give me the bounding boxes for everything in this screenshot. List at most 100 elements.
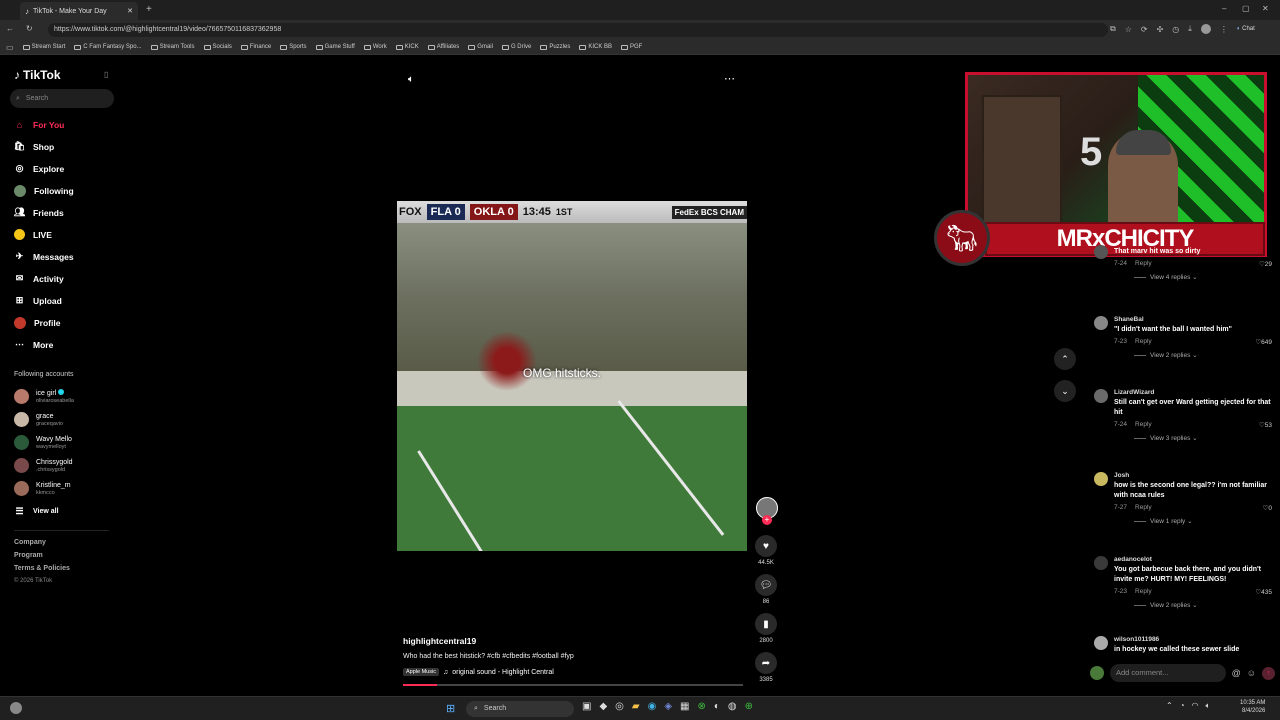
network-icon[interactable]: ◔	[1180, 701, 1185, 711]
app-icon[interactable]: ◆	[599, 701, 607, 712]
bookmark-item[interactable]: Stream Tools	[150, 44, 195, 50]
nav-item-messages[interactable]: ✈︎ Messages	[14, 251, 74, 262]
like-action[interactable]: ♥ 44.5K	[752, 535, 780, 566]
commenter-avatar[interactable]	[1094, 472, 1108, 486]
search-box[interactable]: ⌕ Search	[10, 89, 114, 108]
bookmark-star-icon[interactable]: ☆	[1125, 25, 1132, 34]
more-options-icon[interactable]: ⋯	[724, 72, 735, 85]
profile-avatar[interactable]	[1200, 24, 1211, 34]
nav-item-explore[interactable]: ◎ Explore	[14, 163, 65, 174]
nav-item-following[interactable]: ● Following	[14, 185, 74, 197]
commenter-avatar[interactable]	[1094, 316, 1108, 330]
nav-item-friends[interactable]: 👥︎ Friends	[14, 207, 64, 218]
discord-icon[interactable]: ◈	[664, 701, 672, 712]
clock[interactable]: 10:35 AM 8/4/2026	[1240, 699, 1265, 715]
obs-icon[interactable]: ◍	[728, 701, 737, 712]
steam-icon[interactable]: ◐	[714, 701, 720, 712]
video-author[interactable]: highlightcentral19	[403, 636, 476, 646]
nav-item-activity[interactable]: ✉︎ Activity	[14, 273, 64, 284]
bookmark-icon[interactable]: ▮	[755, 613, 777, 635]
comment-like[interactable]: ♡435	[1255, 588, 1272, 596]
music-row[interactable]: Apple Music ♫ original sound - Highlight…	[403, 668, 554, 676]
puzzle-icon[interactable]: ✣	[1157, 25, 1164, 34]
comment-user[interactable]: wilson1011986	[1114, 636, 1274, 643]
comment-icon[interactable]: 💬︎	[755, 574, 777, 596]
file-explorer-icon[interactable]: ▰	[632, 701, 640, 712]
nav-item-shop[interactable]: 🛍︎ Shop	[14, 141, 54, 152]
prev-video-button[interactable]: ⌃	[1054, 348, 1076, 370]
extensions-icon[interactable]: ⧉	[1110, 24, 1116, 34]
bookmark-item[interactable]: Sports	[280, 44, 307, 50]
volume-tray-icon[interactable]: 🔈︎	[1206, 701, 1211, 711]
reply-button[interactable]: Reply	[1135, 504, 1152, 511]
bookmark-item[interactable]: C Fam Fantasy Spo...	[74, 44, 142, 50]
bookmark-item[interactable]: Game Stuff	[315, 44, 355, 50]
history-icon[interactable]: ◷	[1172, 25, 1179, 34]
following-account[interactable]: ice girl oliviaroseabella	[14, 389, 74, 404]
collapse-sidebar-icon[interactable]: ▯	[104, 70, 108, 79]
share-action[interactable]: ➦ 3385	[752, 652, 780, 683]
tiktok-logo[interactable]: ♪ TikTok	[14, 68, 61, 82]
bookmark-item[interactable]: Work	[363, 44, 387, 50]
view-replies-button[interactable]: View 2 replies ⌄	[1114, 601, 1274, 609]
view-replies-button[interactable]: View 2 replies ⌄	[1114, 351, 1274, 359]
footer-link[interactable]: Company	[14, 539, 46, 546]
footer-link[interactable]: Terms & Policies	[14, 565, 70, 572]
bookmark-item[interactable]: Stream Start	[22, 44, 65, 50]
bookmark-item[interactable]: PGF	[621, 44, 642, 50]
comment-like[interactable]: ♡53	[1259, 421, 1272, 429]
close-window-icon[interactable]: ✕	[1262, 4, 1269, 13]
chevron-up-icon[interactable]: ⌃	[1166, 701, 1173, 711]
bookmarks-app-icon[interactable]: ▭	[6, 43, 14, 52]
start-icon[interactable]: ⊞	[446, 702, 455, 715]
github-icon[interactable]: ◎	[615, 701, 624, 712]
following-account[interactable]: Wavy Mello wavymelloyt	[14, 435, 72, 450]
reply-button[interactable]: Reply	[1135, 421, 1152, 428]
save-action[interactable]: ▮ 2800	[752, 613, 780, 644]
download-icon[interactable]: ⤓	[1188, 24, 1192, 34]
view-replies-button[interactable]: View 3 replies ⌄	[1114, 434, 1274, 442]
nav-item-upload[interactable]: ⊞ Upload	[14, 295, 62, 306]
reply-button[interactable]: Reply	[1135, 260, 1152, 267]
xbox-icon[interactable]: ⊗	[697, 701, 705, 712]
view-replies-button[interactable]: View 1 reply ⌄	[1114, 517, 1274, 525]
close-tab-icon[interactable]: ✕	[127, 7, 133, 15]
view-replies-button[interactable]: View 4 replies ⌄	[1114, 273, 1274, 281]
bookmark-item[interactable]: Finance	[240, 44, 271, 50]
send-icon[interactable]: ↑	[1262, 666, 1275, 680]
comment-like[interactable]: ♡649	[1255, 338, 1272, 346]
following-account[interactable]: Chrissygold .chrissygold	[14, 458, 73, 473]
edge-icon[interactable]: ◉	[648, 701, 657, 712]
share-icon[interactable]: ➦	[755, 652, 777, 674]
nav-item-live[interactable]: ● LIVE	[14, 229, 52, 240]
following-account[interactable]: Kristline_m kkmcco	[14, 481, 71, 496]
url-bar[interactable]: https://www.tiktok.com/@highlightcentral…	[48, 23, 1108, 37]
footer-link[interactable]: Program	[14, 552, 43, 559]
volume-icon[interactable]: 🔈︎	[408, 74, 414, 85]
video-frame[interactable]: FOX FLA 0 OKLA 0 13:45 1ST FedEx BCS CHA…	[397, 201, 747, 551]
bookmark-item[interactable]: Puzzles	[540, 44, 570, 50]
maximize-icon[interactable]: ▢	[1242, 4, 1250, 13]
commenter-avatar[interactable]	[1094, 556, 1108, 570]
reply-button[interactable]: Reply	[1135, 588, 1152, 595]
chat-button[interactable]: ◐ Chat	[1237, 26, 1255, 32]
reply-button[interactable]: Reply	[1135, 338, 1152, 345]
comment-like[interactable]: ♡0	[1263, 504, 1272, 512]
menu-icon[interactable]: ⋮	[1220, 25, 1228, 34]
comment-action[interactable]: 💬︎ 86	[752, 574, 780, 605]
bookmark-item[interactable]: KICK BB	[579, 44, 612, 50]
nav-item-more[interactable]: ⋯ More	[14, 339, 53, 350]
commenter-avatar[interactable]	[1094, 636, 1108, 650]
following-account[interactable]: grace graceqavio	[14, 412, 63, 427]
comment-user[interactable]: aedanocelot	[1114, 556, 1274, 563]
comment-user[interactable]: Josh	[1114, 472, 1274, 479]
bookmark-item[interactable]: Affiliates	[427, 44, 459, 50]
bookmark-item[interactable]: Gmail	[468, 44, 493, 50]
xbox-game-bar-icon[interactable]: ⊕	[745, 701, 753, 712]
bookmark-item[interactable]: KICK	[395, 44, 419, 50]
commenter-avatar[interactable]	[1094, 245, 1108, 259]
grid-app-icon[interactable]: ▦	[680, 701, 689, 712]
new-tab-icon[interactable]: +	[146, 4, 152, 15]
wifi-icon[interactable]: ◠	[1192, 701, 1199, 711]
bookmark-item[interactable]: Socials	[203, 44, 232, 50]
